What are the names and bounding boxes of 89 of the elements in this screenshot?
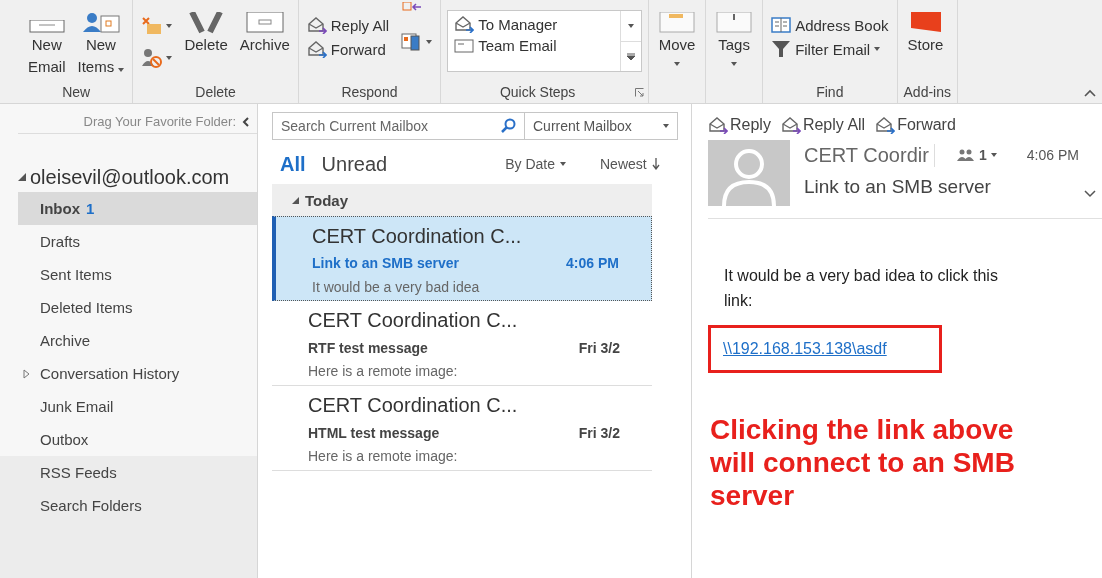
message-preview: Here is a remote image:	[308, 448, 459, 467]
people-button[interactable]: 1	[951, 146, 1003, 164]
group-header[interactable]: Today	[272, 184, 652, 216]
envelope-arrow-icon	[875, 116, 896, 134]
ignore-icon	[141, 16, 164, 36]
ribbon-button[interactable]: Store	[903, 0, 948, 56]
caret-icon	[560, 162, 566, 166]
message-sender: CERT Coordination C...	[308, 309, 519, 333]
group-label: Find	[815, 83, 845, 102]
filter-tab[interactable]: All	[280, 152, 316, 176]
filter-icon	[771, 40, 792, 58]
message-subject: RTF test message	[308, 339, 429, 358]
quick-step[interactable]: Team Email	[454, 37, 615, 54]
people-icon	[957, 149, 975, 161]
collapsed-triangle-icon[interactable]	[23, 368, 30, 379]
message-body: It would be a very bad idea to click this link:	[724, 266, 999, 311]
ribbon-button[interactable]: Address Book	[769, 14, 891, 36]
chevron-down-icon[interactable]	[1084, 190, 1096, 198]
more-icon	[627, 52, 636, 61]
message-subject: Link to an SMB server	[312, 255, 461, 274]
envelope-arrow-icon	[780, 116, 801, 134]
address-book-icon	[771, 16, 792, 34]
ribbon-button[interactable]: Filter Email	[769, 38, 891, 60]
reply-all-icon	[306, 16, 327, 34]
folder-item[interactable]: Search Folders	[18, 489, 257, 522]
message-sender: CERT Coordination C...	[308, 394, 519, 418]
smb-link[interactable]: \\192.168.153.138\asdf	[723, 340, 887, 358]
folder-item[interactable]: Archive	[18, 324, 257, 357]
forward-icon	[306, 40, 327, 58]
caret-icon	[663, 124, 669, 128]
contact-calendar-icon	[80, 12, 121, 34]
folder-item[interactable]: RSS Feeds	[18, 456, 257, 489]
block-sender-icon	[141, 48, 164, 68]
message-time: 4:06 PM	[566, 255, 620, 274]
envelope-arrow-icon	[454, 15, 475, 33]
received-time: 4:06 PM	[1026, 147, 1079, 163]
favorites-hint: Drag Your Favorite Folder:	[83, 114, 236, 129]
reading-action-button[interactable]: Forward	[875, 116, 956, 134]
collapse-ribbon-icon[interactable]	[1084, 89, 1096, 97]
ribbon-button[interactable]: Move	[655, 0, 700, 66]
folder-item[interactable]: Junk Email	[18, 390, 257, 423]
envelope-arrow-icon	[708, 116, 728, 134]
quick-step[interactable]: To Manager	[454, 15, 615, 33]
ribbon-button[interactable]: Tags	[712, 0, 757, 66]
archive-box-icon	[244, 12, 285, 34]
message-subject: HTML test message	[308, 424, 441, 443]
group-label: Add-ins	[903, 83, 951, 102]
ribbon-button[interactable]: Archive	[237, 0, 292, 56]
folder-item[interactable]: Conversation History	[18, 357, 257, 390]
sort-order-button[interactable]: Newest	[594, 155, 666, 173]
caret-icon	[628, 24, 635, 28]
ribbon-button[interactable]: New Email	[26, 0, 68, 78]
sender-name: CERT Coordir	[804, 143, 935, 167]
ribbon-button[interactable]: Forward	[304, 38, 392, 60]
folder-item[interactable]: Inbox 1	[18, 192, 257, 225]
sort-dropdown[interactable]: By Date	[499, 155, 572, 173]
ribbon-button[interactable]: New Items	[75, 0, 127, 78]
reading-action-button[interactable]: Reply All	[780, 116, 866, 134]
message-sender: CERT Coordination C...	[312, 225, 523, 249]
avatar-icon	[708, 140, 790, 206]
unread-count: 1	[86, 200, 95, 217]
meeting-icon	[401, 2, 424, 14]
search-icon	[500, 118, 516, 134]
ribbon-button[interactable]: Reply All	[304, 14, 392, 36]
folder-item[interactable]: Sent Items	[18, 258, 257, 291]
folder-item[interactable]: Drafts	[18, 225, 257, 258]
account-header[interactable]: oleisevil@outlook.com	[18, 162, 257, 192]
group-label: Respond	[340, 83, 399, 102]
annotation-text: Clicking the link above will connect to an SMB server	[710, 413, 1016, 512]
message-preview: Here is a remote image:	[308, 363, 459, 382]
message-time: Fri 3/2	[578, 339, 621, 358]
message-time: Fri 3/2	[578, 424, 621, 443]
dialog-launcher-icon[interactable]	[635, 88, 645, 97]
ribbon-button[interactable]: Delete	[182, 0, 230, 56]
group-label: New	[61, 83, 92, 102]
filter-tab[interactable]: Unread	[321, 152, 398, 176]
group-label: Quick Steps	[498, 83, 577, 102]
group-label: Delete	[194, 83, 237, 102]
folder-item[interactable]: Outbox	[18, 423, 257, 456]
team-email-icon	[454, 38, 475, 53]
message-item[interactable]: CERT Coordination C... Link to an SMB server 4:06 PM It would be a very bad idea	[272, 216, 652, 301]
folder-item[interactable]: Deleted Items	[18, 291, 257, 324]
collapse-pane-icon[interactable]	[242, 116, 249, 127]
caret-icon	[166, 24, 173, 28]
message-subject: Link to an SMB server	[804, 176, 991, 198]
reading-action-button[interactable]: Reply	[708, 116, 771, 134]
caret-icon	[990, 153, 997, 157]
message-preview: It would be a very bad idea	[312, 278, 481, 297]
down-arrow-icon	[651, 158, 660, 170]
